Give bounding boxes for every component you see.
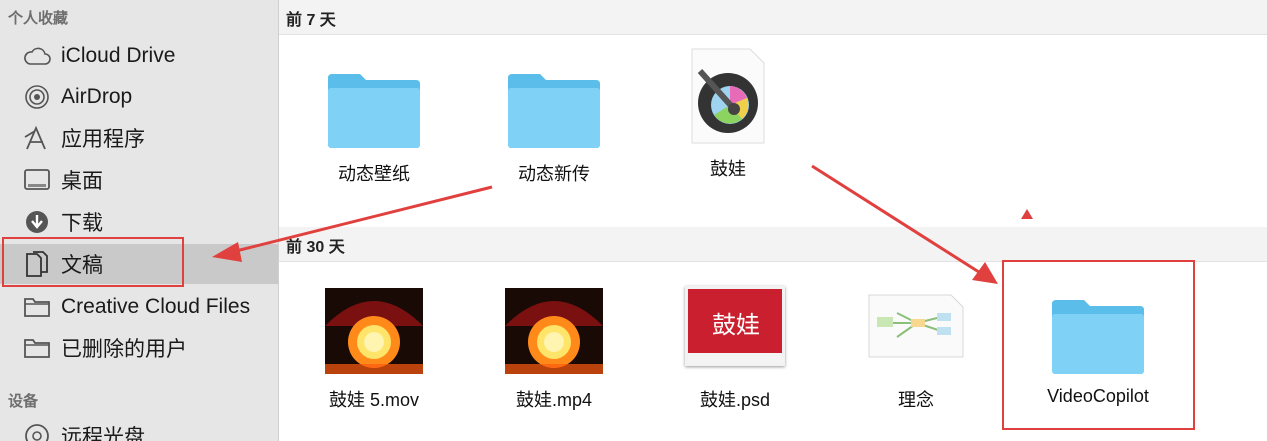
file-tile-psd[interactable]: 鼓娃 鼓娃.psd bbox=[645, 276, 825, 436]
file-tile-document[interactable]: 理念 bbox=[826, 276, 1006, 436]
file-tile-video[interactable]: 鼓娃.mp4 bbox=[464, 276, 644, 436]
file-name: 鼓娃.mp4 bbox=[515, 390, 593, 410]
sidebar-item-label: 已删除的用户 bbox=[61, 338, 187, 361]
download-icon bbox=[22, 208, 52, 236]
cloud-icon bbox=[22, 42, 52, 70]
group-header-last-7-days: 前 7 天 bbox=[279, 0, 1267, 35]
favorites-section-title: 个人收藏 bbox=[8, 10, 69, 27]
sidebar-item-label: 应用程序 bbox=[61, 128, 145, 151]
sidebar-item-creative-cloud-files[interactable]: Creative Cloud Files bbox=[0, 287, 278, 327]
file-name: 动态新传 bbox=[518, 164, 590, 184]
file-tile-folder[interactable]: 动态新传 bbox=[464, 50, 644, 210]
group-header-last-30-days: 前 30 天 bbox=[279, 227, 1267, 262]
sidebar-item-applications[interactable]: 应用程序 bbox=[0, 118, 278, 158]
file-tile-folder[interactable]: 动态壁纸 bbox=[284, 50, 464, 210]
file-name: 鼓娃.psd bbox=[699, 390, 771, 410]
disc-icon bbox=[22, 422, 52, 441]
sidebar-item-label: Creative Cloud Files bbox=[61, 295, 251, 318]
sidebar-item-label: 远程光盘 bbox=[61, 426, 145, 441]
file-name: 理念 bbox=[898, 390, 934, 410]
psd-thumb-text: 鼓娃 bbox=[712, 311, 760, 339]
file-tile-motion[interactable]: 鼓娃 bbox=[638, 45, 818, 205]
file-name: 鼓娃 bbox=[710, 159, 746, 179]
psd-thumbnail: 鼓娃 bbox=[685, 276, 785, 376]
sidebar-item-label: AirDrop bbox=[61, 85, 133, 108]
file-name: 动态壁纸 bbox=[338, 164, 410, 184]
sidebar-item-icloud-drive[interactable]: iCloud Drive bbox=[0, 36, 278, 76]
annotation-highlight-videocopilot bbox=[1002, 260, 1195, 430]
folder-icon bbox=[324, 50, 424, 150]
applications-icon bbox=[22, 124, 52, 152]
desktop-icon bbox=[22, 166, 52, 194]
sidebar-item-deleted-users[interactable]: 已删除的用户 bbox=[0, 328, 278, 368]
video-thumbnail bbox=[504, 276, 604, 376]
folder-icon bbox=[504, 50, 604, 150]
devices-section-title: 设备 bbox=[8, 393, 39, 410]
sidebar-item-label: iCloud Drive bbox=[61, 44, 176, 67]
sidebar-item-label: 桌面 bbox=[61, 170, 103, 193]
sidebar-item-downloads[interactable]: 下载 bbox=[0, 202, 278, 242]
file-name: 鼓娃 5.mov bbox=[328, 390, 420, 410]
sidebar-item-label: 下载 bbox=[61, 212, 103, 235]
mindmap-thumbnail bbox=[866, 276, 966, 376]
file-tile-video[interactable]: 鼓娃 5.mov bbox=[284, 276, 464, 436]
sidebar-item-desktop[interactable]: 桌面 bbox=[0, 160, 278, 200]
folder-icon bbox=[22, 334, 52, 362]
annotation-highlight-documents bbox=[2, 237, 184, 287]
folder-icon bbox=[22, 293, 52, 321]
sidebar-item-airdrop[interactable]: AirDrop bbox=[0, 77, 278, 117]
sidebar-item-remote-disc[interactable]: 远程光盘 bbox=[0, 416, 278, 441]
video-thumbnail bbox=[324, 276, 424, 376]
airdrop-icon bbox=[22, 83, 52, 111]
motion-app-icon bbox=[678, 45, 778, 145]
sidebar: 个人收藏 iCloud Drive AirDrop 应用程序 桌面 下载 文稿 … bbox=[0, 0, 279, 441]
